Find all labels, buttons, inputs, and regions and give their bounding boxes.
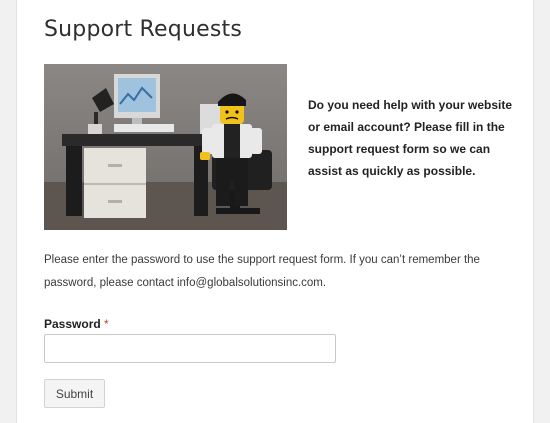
support-photo <box>44 64 287 230</box>
content-card: Support Requests Do you need help with y… <box>16 0 534 423</box>
page-title: Support Requests <box>44 17 242 42</box>
password-input[interactable] <box>44 334 336 363</box>
intro-text: Do you need help with your website or em… <box>308 98 513 178</box>
submit-button[interactable]: Submit <box>44 379 105 408</box>
password-label: Password * <box>44 317 109 331</box>
password-label-text: Password <box>44 317 101 331</box>
required-marker: * <box>104 317 109 331</box>
password-notice: Please enter the password to use the sup… <box>44 254 480 289</box>
